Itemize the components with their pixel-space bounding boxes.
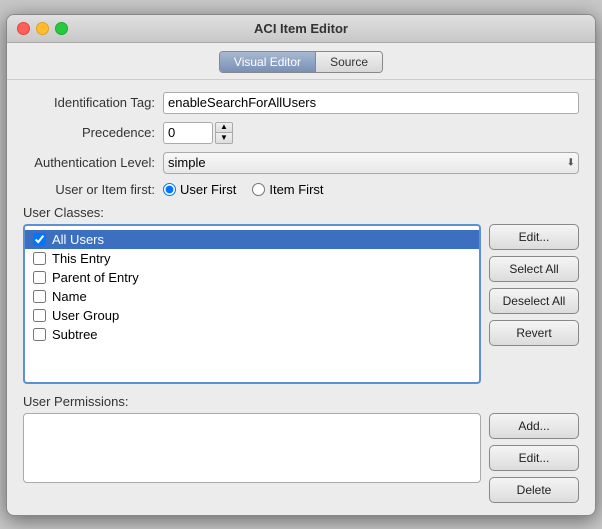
- auth-level-label: Authentication Level:: [23, 155, 163, 170]
- identification-label: Identification Tag:: [23, 95, 163, 110]
- list-item[interactable]: Subtree: [25, 325, 479, 344]
- radio-user-first-label: User First: [180, 182, 236, 197]
- user-item-label: User or Item first:: [23, 182, 163, 197]
- auth-level-select[interactable]: simple none sasl: [163, 152, 579, 174]
- edit-bottom-button[interactable]: Edit...: [489, 445, 579, 471]
- select-all-button[interactable]: Select All: [489, 256, 579, 282]
- revert-button[interactable]: Revert: [489, 320, 579, 346]
- titlebar: ACI Item Editor: [7, 15, 595, 43]
- radio-user-first-input[interactable]: [163, 183, 176, 196]
- add-button[interactable]: Add...: [489, 413, 579, 439]
- radio-item-first-label: Item First: [269, 182, 323, 197]
- close-button[interactable]: [17, 22, 30, 35]
- spinner-down-button[interactable]: ▼: [216, 133, 232, 143]
- list-item-label: Parent of Entry: [52, 270, 139, 285]
- checkbox-subtree[interactable]: [33, 328, 46, 341]
- precedence-label: Precedence:: [23, 125, 163, 140]
- user-classes-buttons: Edit... Select All Deselect All Revert: [489, 224, 579, 346]
- auth-level-row: Authentication Level: simple none sasl ⬇: [23, 152, 579, 174]
- user-classes-area: All Users This Entry Parent of Entry Nam…: [23, 224, 579, 384]
- edit-top-button[interactable]: Edit...: [489, 224, 579, 250]
- user-permissions-section: User Permissions: Add... Edit... Delete: [23, 394, 579, 503]
- tab-group: Visual Editor Source: [219, 51, 383, 73]
- list-item[interactable]: All Users: [25, 230, 479, 249]
- maximize-button[interactable]: [55, 22, 68, 35]
- checkbox-name[interactable]: [33, 290, 46, 303]
- form-content: Identification Tag: Precedence: ▲ ▼ Auth…: [7, 80, 595, 515]
- list-item-label: This Entry: [52, 251, 111, 266]
- toolbar: Visual Editor Source: [7, 43, 595, 80]
- precedence-spinner: ▲ ▼: [215, 122, 233, 144]
- user-classes-section: User Classes: All Users This Entry Paren…: [23, 205, 579, 384]
- precedence-row: Precedence: ▲ ▼: [23, 122, 579, 144]
- traffic-lights: [17, 22, 68, 35]
- list-item[interactable]: User Group: [25, 306, 479, 325]
- tab-source[interactable]: Source: [316, 52, 382, 72]
- auth-level-select-wrapper: simple none sasl ⬇: [163, 152, 579, 174]
- identification-input[interactable]: [163, 92, 579, 114]
- list-item-label: User Group: [52, 308, 119, 323]
- checkbox-this-entry[interactable]: [33, 252, 46, 265]
- list-item[interactable]: Name: [25, 287, 479, 306]
- minimize-button[interactable]: [36, 22, 49, 35]
- window-title: ACI Item Editor: [254, 21, 348, 36]
- list-item[interactable]: This Entry: [25, 249, 479, 268]
- list-item-label: All Users: [52, 232, 104, 247]
- user-classes-label: User Classes:: [23, 205, 579, 220]
- main-window: ACI Item Editor Visual Editor Source Ide…: [6, 14, 596, 516]
- tab-visual-editor[interactable]: Visual Editor: [220, 52, 316, 72]
- precedence-control: ▲ ▼: [163, 122, 233, 144]
- list-item-label: Subtree: [52, 327, 98, 342]
- list-item[interactable]: Parent of Entry: [25, 268, 479, 287]
- precedence-input[interactable]: [163, 122, 213, 144]
- spinner-up-button[interactable]: ▲: [216, 123, 232, 133]
- user-permissions-list[interactable]: [23, 413, 481, 483]
- deselect-all-button[interactable]: Deselect All: [489, 288, 579, 314]
- radio-user-first[interactable]: User First: [163, 182, 236, 197]
- delete-button[interactable]: Delete: [489, 477, 579, 503]
- checkbox-all-users[interactable]: [33, 233, 46, 246]
- user-permissions-area: Add... Edit... Delete: [23, 413, 579, 503]
- checkbox-parent-of-entry[interactable]: [33, 271, 46, 284]
- checkbox-user-group[interactable]: [33, 309, 46, 322]
- radio-item-first-input[interactable]: [252, 183, 265, 196]
- radio-group: User First Item First: [163, 182, 324, 197]
- user-permissions-label: User Permissions:: [23, 394, 579, 409]
- radio-item-first[interactable]: Item First: [252, 182, 323, 197]
- identification-row: Identification Tag:: [23, 92, 579, 114]
- permissions-buttons: Add... Edit... Delete: [489, 413, 579, 503]
- user-classes-list[interactable]: All Users This Entry Parent of Entry Nam…: [23, 224, 481, 384]
- list-item-label: Name: [52, 289, 87, 304]
- user-item-row: User or Item first: User First Item Firs…: [23, 182, 579, 197]
